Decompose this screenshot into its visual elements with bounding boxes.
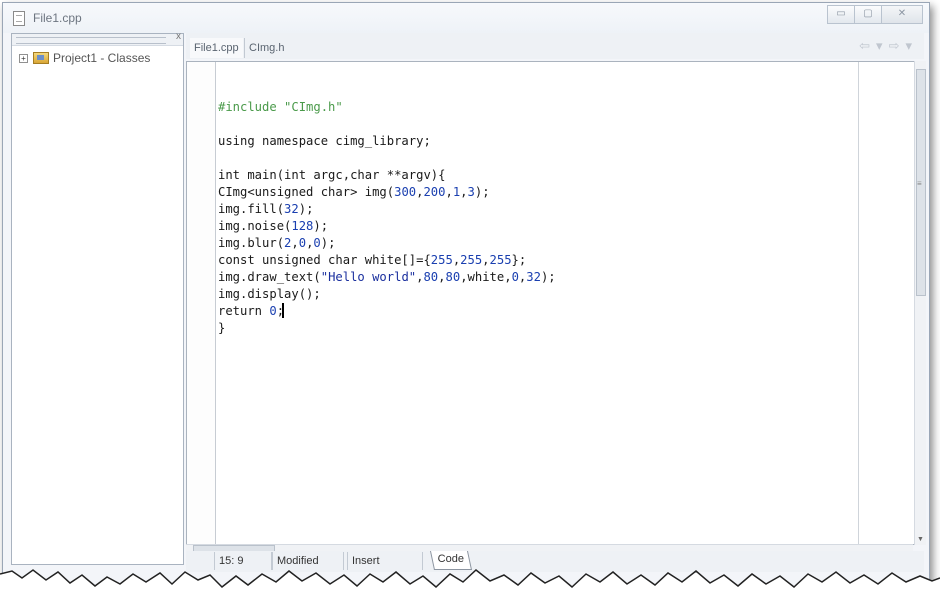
code-text[interactable]: #include "CImg.h" using namespace cimg_li… [218,82,556,337]
code-token: ); [474,185,490,199]
panel-header: x [12,31,183,46]
panel-grip[interactable] [16,37,166,44]
code-token: 255 [430,253,453,267]
tab-label: CImg.h [249,42,285,54]
code-token: 200 [423,185,446,199]
code-token: , [482,253,490,267]
code-token: ); [540,270,556,284]
code-token: , [445,185,453,199]
close-button[interactable]: ✕ [881,5,923,24]
code-editor[interactable]: #include "CImg.h" using namespace cimg_li… [186,61,915,545]
code-line[interactable]: img.draw_text("Hello world",80,80,white,… [218,269,556,286]
maximize-button[interactable]: ▢ [854,5,882,24]
code-token: "Hello world" [320,270,417,284]
code-token: , [291,236,299,250]
class-browser-panel: x + Project1 - Classes [11,31,184,565]
torn-edge-effect [0,569,940,610]
title-bar[interactable]: File1.cpp ▭ ▢ ✕ [3,3,929,33]
text-caret [282,303,284,318]
document-icon [13,11,25,26]
code-token: img.fill( [218,202,285,216]
maximize-icon: ▢ [863,8,873,19]
code-token: 32 [284,202,299,216]
code-token: 300 [394,185,417,199]
code-token: CImg<unsigned char> img( [218,185,395,199]
code-line[interactable]: img.fill(32); [218,201,556,218]
forward-arrow-icon[interactable]: ⇨ [889,38,906,53]
code-line[interactable]: const unsigned char white[]={255,255,255… [218,252,556,269]
dropdown-icon[interactable]: ▾ [876,38,889,53]
project-folder-icon [33,52,49,64]
window-title: File1.cpp [33,11,82,25]
code-line[interactable] [218,150,556,167]
right-margin-line [858,62,859,544]
code-token: ,white, [460,270,512,284]
code-token: #include "CImg.h" [218,100,343,114]
code-token: ); [313,219,329,233]
code-token: int main(int argc,char **argv){ [218,168,446,182]
code-line[interactable]: CImg<unsigned char> img(300,200,1,3); [218,184,556,201]
code-line[interactable]: int main(int argc,char **argv){ [218,167,556,184]
code-token: }; [511,253,527,267]
tree-expander-icon[interactable]: + [19,53,28,63]
code-token: 80 [445,270,461,284]
code-line[interactable]: img.display(); [218,286,556,303]
code-line[interactable]: img.noise(128); [218,218,556,235]
code-token: img.display(); [218,287,321,301]
code-token: 0 [313,236,321,250]
code-token: ); [320,236,336,250]
code-token: img.draw_text( [218,270,321,284]
tab-file1-cpp[interactable]: File1.cpp [190,38,243,58]
editor-tab-bar: File1.cpp CImg.h ⇦▾⇨▾ [186,33,924,59]
minimize-icon: ▭ [836,8,846,19]
code-token: , [438,270,446,284]
code-token: ); [298,202,314,216]
tree-item-label: Project1 - Classes [53,51,151,65]
panel-close-icon[interactable]: x [176,31,181,42]
window-controls: ▭ ▢ ✕ [827,5,923,24]
code-token: 80 [423,270,439,284]
scroll-grip-icon: ≡ [917,179,922,188]
code-line[interactable]: } [218,320,556,337]
code-token: 0 [298,236,307,250]
line-gutter[interactable] [187,62,216,544]
code-token: 128 [291,219,314,233]
tab-navigation: ⇦▾⇨▾ [859,38,918,54]
code-token: , [460,185,468,199]
close-icon: ✕ [897,8,907,19]
dropdown-icon[interactable]: ▾ [905,38,918,53]
code-token: 0 [269,304,277,318]
tree-item-project1[interactable]: + Project1 - Classes [19,51,150,65]
code-line[interactable]: using namespace cimg_library; [218,133,556,150]
code-line[interactable]: return 0; [218,303,556,320]
scroll-down-icon[interactable]: ▼ [917,536,924,543]
back-arrow-icon[interactable]: ⇦ [859,38,876,53]
code-token: const unsigned char white[]={ [218,253,431,267]
code-line[interactable] [218,82,556,99]
code-token: 255 [460,253,483,267]
vertical-scrollbar[interactable]: ≡ ▼ [914,61,926,545]
code-token: 32 [526,270,541,284]
code-line[interactable]: #include "CImg.h" [218,99,556,116]
ide-window: File1.cpp ▭ ▢ ✕ x + Project1 - Classes F… [2,2,930,590]
code-token: 3 [467,185,475,199]
minimize-button[interactable]: ▭ [827,5,855,24]
code-token: 255 [489,253,512,267]
code-token: img.blur( [218,236,285,250]
code-token: return [218,304,270,318]
code-token: img.noise( [218,219,292,233]
code-token: } [218,321,226,335]
tab-cimg-h[interactable]: CImg.h [244,38,288,58]
code-token: 0 [511,270,519,284]
code-line[interactable] [218,116,556,133]
code-line[interactable]: img.blur(2,0,0); [218,235,556,252]
tab-label: File1.cpp [194,42,239,54]
code-token: using namespace cimg_library; [218,134,431,148]
